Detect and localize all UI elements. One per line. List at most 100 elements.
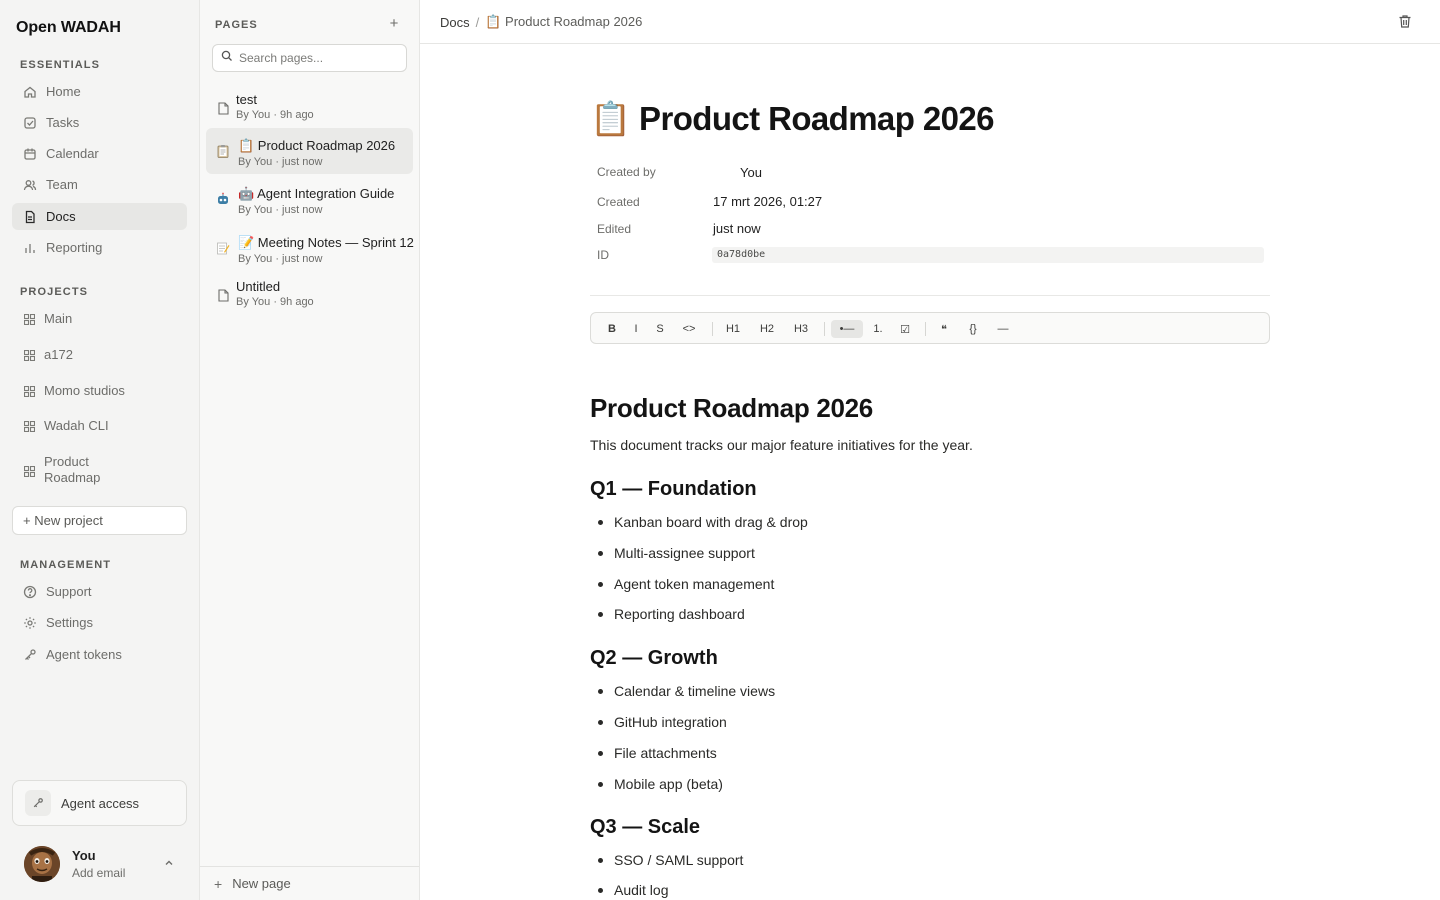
list-item[interactable]: File attachments <box>598 745 717 761</box>
page-list-item[interactable]: Untitled By You · 9h ago <box>206 273 413 319</box>
bullet <box>598 688 603 694</box>
agent-access-label: Agent access <box>61 795 140 811</box>
list-item-text: SSO / SAML support <box>614 852 744 868</box>
section-heading[interactable]: Q3 — Scale <box>590 816 700 839</box>
list-item[interactable]: Mobile app (beta) <box>598 776 723 792</box>
breadcrumb-root[interactable]: Docs <box>440 15 470 30</box>
prop-created-by-value: You <box>740 165 762 180</box>
heading-2-button[interactable]: H2 <box>755 320 779 338</box>
sidebar-item-reporting[interactable]: Reporting <box>12 234 187 261</box>
grid-icon <box>22 311 36 327</box>
toolbar-separator <box>925 322 926 336</box>
prop-id-value: 0a78d0be <box>712 247 1264 263</box>
horizontal-rule-button[interactable]: — <box>993 320 1013 338</box>
search-icon <box>221 49 233 67</box>
doc-heading[interactable]: Product Roadmap 2026 <box>590 393 873 424</box>
key-icon <box>22 647 38 663</box>
page-list-item[interactable]: 📝 Meeting Notes — Sprint 12 By You · jus… <box>206 225 414 271</box>
doc-title[interactable]: 📋 Product Roadmap 2026 <box>590 100 994 139</box>
prop-created-by-label: Created by <box>597 165 656 179</box>
sidebar-item-docs[interactable]: Docs <box>12 203 187 230</box>
sidebar: Open WADAH ESSENTIALS Home Tasks Calenda… <box>0 0 200 900</box>
project-item-label: Main <box>44 311 73 326</box>
new-page-button[interactable]: + New page <box>200 866 419 900</box>
doc-intro[interactable]: This document tracks our major feature i… <box>590 437 973 453</box>
heading-3-button[interactable]: H3 <box>789 320 813 338</box>
sidebar-item-label: Tasks <box>46 115 80 130</box>
pages-title: PAGES <box>215 19 258 31</box>
project-item-wadah-cli[interactable]: Wadah CLI <box>12 418 187 434</box>
sidebar-item-settings[interactable]: Settings <box>12 609 187 636</box>
agent-access-button[interactable]: Agent access <box>12 780 187 826</box>
home-icon <box>22 84 38 100</box>
projects-label: PROJECTS <box>20 286 89 298</box>
list-item[interactable]: GitHub integration <box>598 714 727 730</box>
quote-button[interactable]: ❝ <box>934 320 954 338</box>
page-title: Untitled <box>236 279 281 294</box>
list-item[interactable]: Agent token management <box>598 576 774 592</box>
project-item-a172[interactable]: a172 <box>12 347 187 363</box>
calendar-icon <box>22 146 38 162</box>
project-item-momo-studios[interactable]: Momo studios <box>12 383 187 399</box>
code-block-button[interactable]: {} <box>963 320 983 338</box>
strikethrough-button[interactable]: S <box>651 320 669 338</box>
grid-icon <box>22 463 36 479</box>
toolbar-separator <box>712 322 713 336</box>
management-label: MANAGEMENT <box>20 559 112 571</box>
bullet <box>598 581 603 587</box>
user-menu[interactable]: You Add email <box>24 846 187 882</box>
list-item[interactable]: Reporting dashboard <box>598 606 745 622</box>
new-project-button[interactable]: + New project <box>12 506 187 535</box>
project-item-main[interactable]: Main <box>12 311 187 327</box>
page-meta: By You · just now <box>238 156 323 168</box>
italic-button[interactable]: I <box>629 320 643 338</box>
robot-icon <box>216 191 230 207</box>
divider <box>590 295 1270 296</box>
heading-1-button[interactable]: H1 <box>721 320 745 338</box>
key-icon <box>25 790 51 816</box>
bullet-list-button[interactable]: •— <box>831 320 863 338</box>
search-input[interactable] <box>239 51 399 65</box>
page-list-item[interactable]: 🤖 Agent Integration Guide By You · just … <box>206 176 413 222</box>
section-heading[interactable]: Q1 — Foundation <box>590 478 757 501</box>
page-list-item-active[interactable]: 📋 Product Roadmap 2026 By You · just now <box>206 128 413 174</box>
sidebar-item-label: Reporting <box>46 240 103 255</box>
user-email: Add email <box>72 866 126 880</box>
list-item-text: Calendar & timeline views <box>614 683 776 699</box>
sidebar-item-support[interactable]: Support <box>12 578 187 605</box>
add-page-button[interactable]: + <box>387 16 401 32</box>
project-item-label: Momo studios <box>44 383 125 398</box>
sidebar-item-agent-tokens[interactable]: Agent tokens <box>12 641 187 668</box>
bar-chart-icon <box>22 240 38 256</box>
list-item[interactable]: SSO / SAML support <box>598 852 743 868</box>
list-item[interactable]: Kanban board with drag & drop <box>598 514 808 530</box>
project-item-product-roadmap[interactable]: Product Roadmap <box>12 454 187 486</box>
prop-edited-label: Edited <box>597 222 632 236</box>
toolbar-separator <box>824 322 825 336</box>
page-search <box>212 44 407 72</box>
chevron-up-icon[interactable] <box>163 856 175 874</box>
document-icon <box>22 209 38 225</box>
list-item[interactable]: Multi-assignee support <box>598 545 755 561</box>
sidebar-item-label: Home <box>46 84 81 99</box>
page-list-item[interactable]: test By You · 9h ago <box>206 86 413 132</box>
sidebar-item-tasks[interactable]: Tasks <box>12 109 187 136</box>
essentials-label: ESSENTIALS <box>20 59 101 71</box>
page-title: 📋 Product Roadmap 2026 <box>238 138 396 153</box>
breadcrumb: Docs / 📋 Product Roadmap 2026 <box>440 14 642 30</box>
help-circle-icon <box>22 584 38 600</box>
section-heading[interactable]: Q2 — Growth <box>590 647 718 670</box>
list-item[interactable]: Calendar & timeline views <box>598 683 775 699</box>
sidebar-item-calendar[interactable]: Calendar <box>12 140 187 167</box>
sidebar-item-team[interactable]: Team <box>12 171 187 198</box>
bold-button[interactable]: B <box>603 320 621 338</box>
prop-created-label: Created <box>597 195 640 209</box>
inline-code-button[interactable]: <> <box>677 320 701 338</box>
trash-icon[interactable] <box>1398 14 1414 30</box>
pages-panel: PAGES + test By You · 9h ago 📋 Product R… <box>200 0 420 900</box>
sidebar-item-home[interactable]: Home <box>12 78 187 105</box>
list-item-text: Multi-assignee support <box>614 545 755 561</box>
list-item[interactable]: Audit log <box>598 882 668 898</box>
ordered-list-button[interactable]: 1. <box>869 320 887 338</box>
task-list-button[interactable]: ☑ <box>896 320 914 338</box>
